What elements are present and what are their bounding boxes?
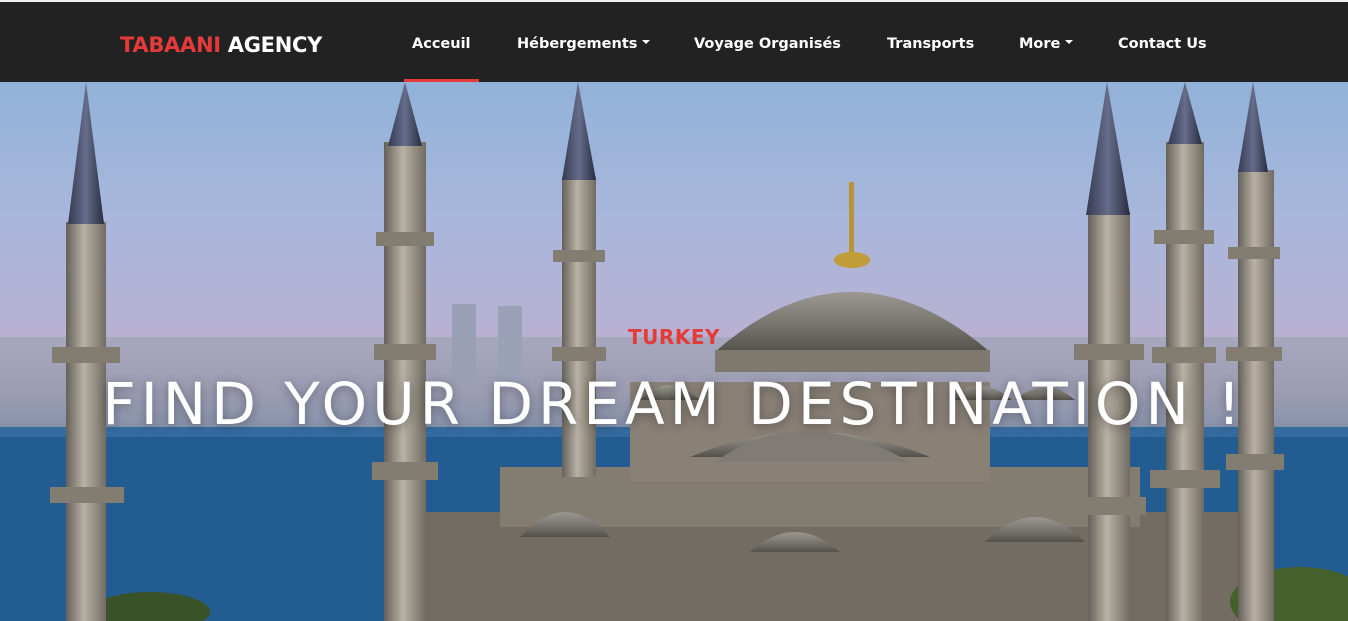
nav-item-more[interactable]: More <box>1019 32 1074 56</box>
nav-item-label: Voyage Organisés <box>694 36 841 52</box>
hero-title: FIND YOUR DREAM DESTINATION ! <box>102 370 1246 438</box>
nav-item-acceuil[interactable]: Acceuil <box>412 32 471 56</box>
nav-item-label: Hébergements <box>517 36 638 52</box>
nav-item-label: Acceuil <box>412 36 471 52</box>
hero-text: TURKEY FIND YOUR DREAM DESTINATION ! <box>0 82 1348 621</box>
brand-name-part2: AGENCY <box>227 33 323 57</box>
nav-item-voyage-organises[interactable]: Voyage Organisés <box>694 32 841 56</box>
nav-item-label: Transports <box>887 36 975 52</box>
brand-name-part1: TABAANI <box>120 33 221 57</box>
active-nav-indicator <box>404 79 479 82</box>
nav-item-hebergements[interactable]: Hébergements <box>517 32 651 56</box>
nav-item-contact-us[interactable]: Contact Us <box>1118 32 1207 56</box>
chevron-down-icon <box>1065 40 1074 44</box>
navbar: TABAANI AGENCY Acceuil Hébergements Voya… <box>0 2 1348 82</box>
nav-item-label: More <box>1019 36 1061 52</box>
hero-subtitle: TURKEY <box>628 325 720 349</box>
brand-logo[interactable]: TABAANI AGENCY <box>120 32 322 58</box>
chevron-down-icon <box>642 40 651 44</box>
nav-item-transports[interactable]: Transports <box>887 32 974 56</box>
hero-banner: TURKEY FIND YOUR DREAM DESTINATION ! <box>0 82 1348 621</box>
nav-item-label: Contact Us <box>1118 36 1207 52</box>
